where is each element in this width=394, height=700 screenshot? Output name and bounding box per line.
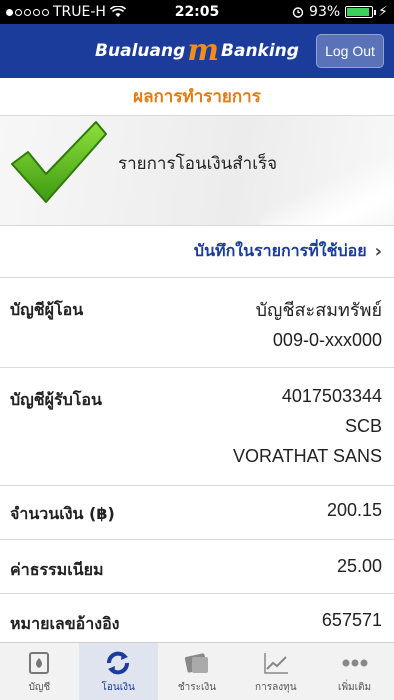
tab-payment[interactable]: ชำระเงิน [158, 643, 237, 700]
signal-icon [6, 8, 49, 16]
tab-account[interactable]: บัญชี [0, 643, 79, 700]
fee-label: ค่าธรรมเนียม [10, 560, 104, 579]
more-icon [342, 659, 368, 666]
amount-label: จำนวนเงิน (฿) [10, 504, 115, 523]
tab-account-label: บัญชี [28, 681, 51, 693]
reference-row: หมายเลขอ้างอิง 657571 [0, 594, 394, 644]
logout-button[interactable]: Log Out [316, 34, 384, 68]
to-account-number: 4017503344 [281, 386, 382, 406]
tab-more[interactable]: เพิ่มเติม [315, 643, 394, 700]
tab-investment-label: การลงทุน [255, 681, 297, 693]
reference-value: 657571 [321, 610, 382, 630]
alarm-icon [292, 7, 304, 18]
amount-value: 200.15 [326, 500, 382, 520]
reference-label: หมายเลขอ้างอิง [10, 614, 120, 633]
fee-value: 25.00 [336, 556, 382, 576]
save-favorite-label: บันทึกในรายการที่ใช้บ่อย [193, 241, 367, 260]
save-favorite-link[interactable]: บันทึกในรายการที่ใช้บ่อย › [0, 226, 394, 278]
to-account-label: บัญชีผู้รับโอน [10, 390, 102, 409]
transfer-icon [107, 651, 130, 674]
to-account-holder: VORATHAT SANS [232, 446, 382, 466]
investment-icon [264, 652, 288, 674]
from-account-row: บัญชีผู้โอน บัญชีสะสมทรัพย์ 009-0-xxx000 [0, 278, 394, 368]
battery-percent: 93% [309, 4, 341, 20]
to-account-row: บัญชีผู้รับโอน 4017503344 SCB VORATHAT S… [0, 368, 394, 486]
tab-investment[interactable]: การลงทุน [236, 643, 315, 700]
account-icon [29, 651, 50, 674]
tab-transfer[interactable]: โอนเงิน [78, 643, 158, 700]
status-bar: TRUE-H 22:05 93% ⚡ [0, 0, 394, 24]
from-account-label: บัญชีผู้โอน [10, 300, 84, 319]
tab-payment-label: ชำระเงิน [177, 681, 217, 693]
from-account-number: 009-0-xxx000 [272, 330, 382, 350]
success-message: รายการโอนเงินสำเร็จ [118, 154, 278, 174]
status-time: 22:05 [174, 4, 220, 20]
app-header: Bualuang m Banking Log Out [0, 24, 394, 78]
success-banner: รายการโอนเงินสำเร็จ [0, 116, 394, 226]
page-title: ผลการทำรายการ [0, 78, 394, 116]
from-account-name: บัญชีสะสมทรัพย์ [255, 300, 382, 320]
to-bank: SCB [344, 416, 382, 436]
checkmark-icon [11, 121, 107, 203]
payment-icon [184, 652, 208, 673]
amount-row: จำนวนเงิน (฿) 200.15 [0, 486, 394, 540]
battery-icon [345, 6, 377, 18]
bottom-tab-bar: บัญชี โอนเงิน ชำระเงิน การลงทุน เพิ่มเติ… [0, 642, 394, 700]
brand-logo: Bualuang m Banking [95, 33, 299, 68]
tab-transfer-label: โอนเงิน [101, 681, 135, 693]
fee-row: ค่าธรรมเนียม 25.00 [0, 540, 394, 594]
charging-icon: ⚡ [378, 4, 388, 20]
wifi-icon [109, 6, 126, 17]
tab-more-label: เพิ่มเติม [338, 681, 372, 693]
carrier-label: TRUE-H [53, 4, 106, 20]
chevron-right-icon: › [374, 241, 382, 262]
